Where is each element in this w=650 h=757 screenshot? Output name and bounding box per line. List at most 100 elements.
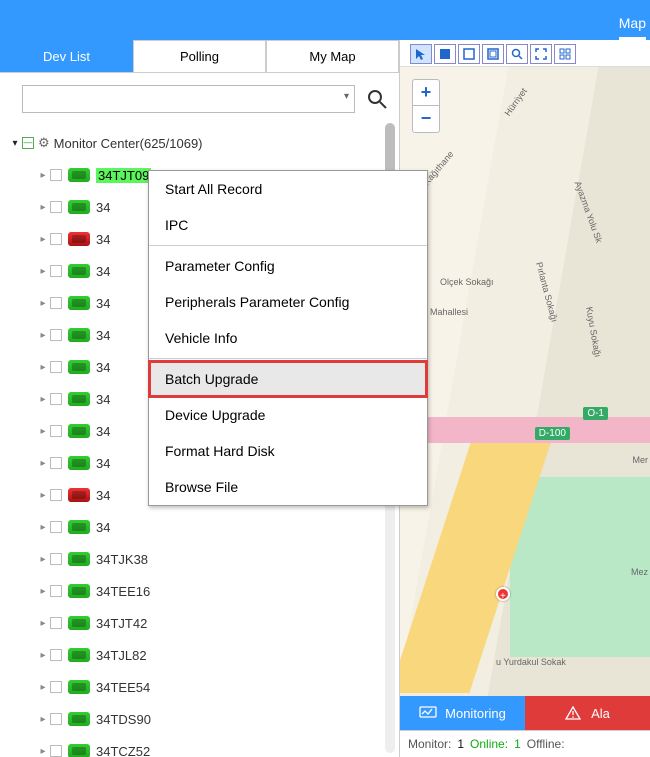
expand-toggle-icon[interactable] bbox=[38, 426, 48, 437]
vehicle-icon bbox=[68, 232, 90, 246]
expand-toggle-icon[interactable] bbox=[38, 234, 48, 245]
status-tab-alarm[interactable]: Ala bbox=[525, 696, 650, 730]
vehicle-icon bbox=[68, 488, 90, 502]
checkbox[interactable] bbox=[50, 265, 62, 277]
street-label: Hürriyet bbox=[503, 86, 529, 118]
expand-toggle-icon[interactable] bbox=[38, 650, 48, 661]
checkbox[interactable] bbox=[50, 585, 62, 597]
tool-rect-icon[interactable] bbox=[458, 44, 480, 64]
tree-item[interactable]: 34TJL82 bbox=[10, 639, 399, 671]
tool-fullscreen-icon[interactable] bbox=[530, 44, 552, 64]
tool-search-icon[interactable] bbox=[506, 44, 528, 64]
checkbox[interactable] bbox=[50, 521, 62, 533]
checkbox[interactable] bbox=[50, 617, 62, 629]
checkbox[interactable] bbox=[50, 553, 62, 565]
search-input[interactable] bbox=[22, 85, 355, 113]
expand-toggle-icon[interactable] bbox=[38, 394, 48, 405]
expand-toggle-icon[interactable] bbox=[38, 298, 48, 309]
tree-item[interactable]: 34TCZ52 bbox=[10, 735, 399, 757]
tree-item[interactable]: 34TJT42 bbox=[10, 607, 399, 639]
tree-item-label: 34TJT42 bbox=[96, 616, 147, 631]
checkbox[interactable] bbox=[50, 393, 62, 405]
tree-root[interactable]: ⚙ Monitor Center(625/1069) bbox=[10, 127, 399, 159]
menu-item-peripherals-parameter-config[interactable]: Peripherals Parameter Config bbox=[149, 284, 427, 320]
expand-toggle-icon[interactable] bbox=[38, 682, 48, 693]
expand-toggle-icon[interactable] bbox=[38, 362, 48, 373]
menu-item-start-all-record[interactable]: Start All Record bbox=[149, 171, 427, 207]
checkbox[interactable] bbox=[50, 745, 62, 757]
expand-toggle-icon[interactable] bbox=[38, 170, 48, 181]
tree-item-label: 34TCZ52 bbox=[96, 744, 150, 757]
expand-toggle-icon[interactable] bbox=[38, 746, 48, 757]
expand-toggle-icon[interactable] bbox=[38, 618, 48, 629]
online-value: 1 bbox=[514, 737, 521, 751]
menu-item-batch-upgrade[interactable]: Batch Upgrade bbox=[149, 361, 427, 397]
menu-item-ipc[interactable]: IPC bbox=[149, 207, 427, 243]
tool-grid-icon[interactable] bbox=[554, 44, 576, 64]
tree-item[interactable]: 34 bbox=[10, 511, 399, 543]
vehicle-icon bbox=[68, 328, 90, 342]
menu-item-device-upgrade[interactable]: Device Upgrade bbox=[149, 397, 427, 433]
search-combobox[interactable]: ▾ bbox=[22, 85, 355, 113]
checkbox[interactable] bbox=[50, 425, 62, 437]
expand-toggle-icon[interactable] bbox=[38, 714, 48, 725]
expand-toggle-icon[interactable] bbox=[38, 554, 48, 565]
expand-toggle-icon[interactable] bbox=[38, 458, 48, 469]
tree-item[interactable]: 34TEE54 bbox=[10, 671, 399, 703]
checkbox[interactable] bbox=[50, 169, 62, 181]
vehicle-icon bbox=[68, 744, 90, 757]
tool-rect2-icon[interactable] bbox=[482, 44, 504, 64]
tree-item-label: 34 bbox=[96, 296, 110, 311]
menu-item-browse-file[interactable]: Browse File bbox=[149, 469, 427, 505]
tree-item-label: 34 bbox=[96, 264, 110, 279]
tool-rect-fill-icon[interactable] bbox=[434, 44, 456, 64]
checkbox[interactable] bbox=[50, 489, 62, 501]
status-tab-monitoring-label: Monitoring bbox=[445, 706, 506, 721]
checkbox[interactable] bbox=[50, 201, 62, 213]
expand-toggle-icon[interactable] bbox=[38, 586, 48, 597]
checkbox[interactable] bbox=[50, 297, 62, 309]
status-tab-monitoring[interactable]: Monitoring bbox=[400, 696, 525, 730]
expand-toggle-icon[interactable] bbox=[38, 490, 48, 501]
checkbox[interactable] bbox=[50, 649, 62, 661]
checkbox[interactable] bbox=[50, 457, 62, 469]
tree-item-label: 34TJK38 bbox=[96, 552, 148, 567]
expand-toggle-icon[interactable] bbox=[38, 330, 48, 341]
tree-item[interactable]: 34TDS90 bbox=[10, 703, 399, 735]
expand-toggle-icon[interactable] bbox=[38, 522, 48, 533]
hw-label-o1: O-1 bbox=[583, 407, 608, 420]
monitor-icon bbox=[419, 706, 437, 720]
vehicle-icon bbox=[68, 584, 90, 598]
checkbox[interactable] bbox=[50, 361, 62, 373]
online-label: Online: bbox=[470, 737, 508, 751]
menu-item-parameter-config[interactable]: Parameter Config bbox=[149, 248, 427, 284]
checkbox[interactable] bbox=[50, 329, 62, 341]
checkbox[interactable] bbox=[50, 681, 62, 693]
collapse-icon[interactable] bbox=[22, 137, 34, 149]
tab-my-map[interactable]: My Map bbox=[266, 40, 399, 72]
menu-item-format-hard-disk[interactable]: Format Hard Disk bbox=[149, 433, 427, 469]
expand-toggle-icon[interactable] bbox=[10, 138, 20, 149]
vehicle-icon bbox=[68, 680, 90, 694]
checkbox[interactable] bbox=[50, 713, 62, 725]
zoom-out-button[interactable]: − bbox=[413, 106, 439, 132]
tab-dev-list[interactable]: Dev List bbox=[0, 40, 133, 72]
map-canvas[interactable]: + − O-1 D-100 Kağıthane Hürriyet Ayazma … bbox=[400, 67, 650, 696]
menu-separator bbox=[149, 358, 427, 359]
search-icon[interactable] bbox=[365, 87, 389, 111]
map-point-icon[interactable] bbox=[496, 587, 510, 601]
top-tab-map[interactable]: Map bbox=[619, 7, 646, 40]
tab-polling[interactable]: Polling bbox=[133, 40, 266, 72]
expand-toggle-icon[interactable] bbox=[38, 266, 48, 277]
tool-pointer-icon[interactable] bbox=[410, 44, 432, 64]
checkbox[interactable] bbox=[50, 233, 62, 245]
tree-item[interactable]: 34TJK38 bbox=[10, 543, 399, 575]
status-tab-alarm-label: Ala bbox=[591, 706, 610, 721]
street-label: Mer bbox=[633, 455, 649, 465]
gear-icon: ⚙ bbox=[38, 135, 50, 151]
tree-item-label: 34TJL82 bbox=[96, 648, 147, 663]
tree-item[interactable]: 34TEE16 bbox=[10, 575, 399, 607]
menu-item-vehicle-info[interactable]: Vehicle Info bbox=[149, 320, 427, 356]
zoom-in-button[interactable]: + bbox=[413, 80, 439, 106]
expand-toggle-icon[interactable] bbox=[38, 202, 48, 213]
